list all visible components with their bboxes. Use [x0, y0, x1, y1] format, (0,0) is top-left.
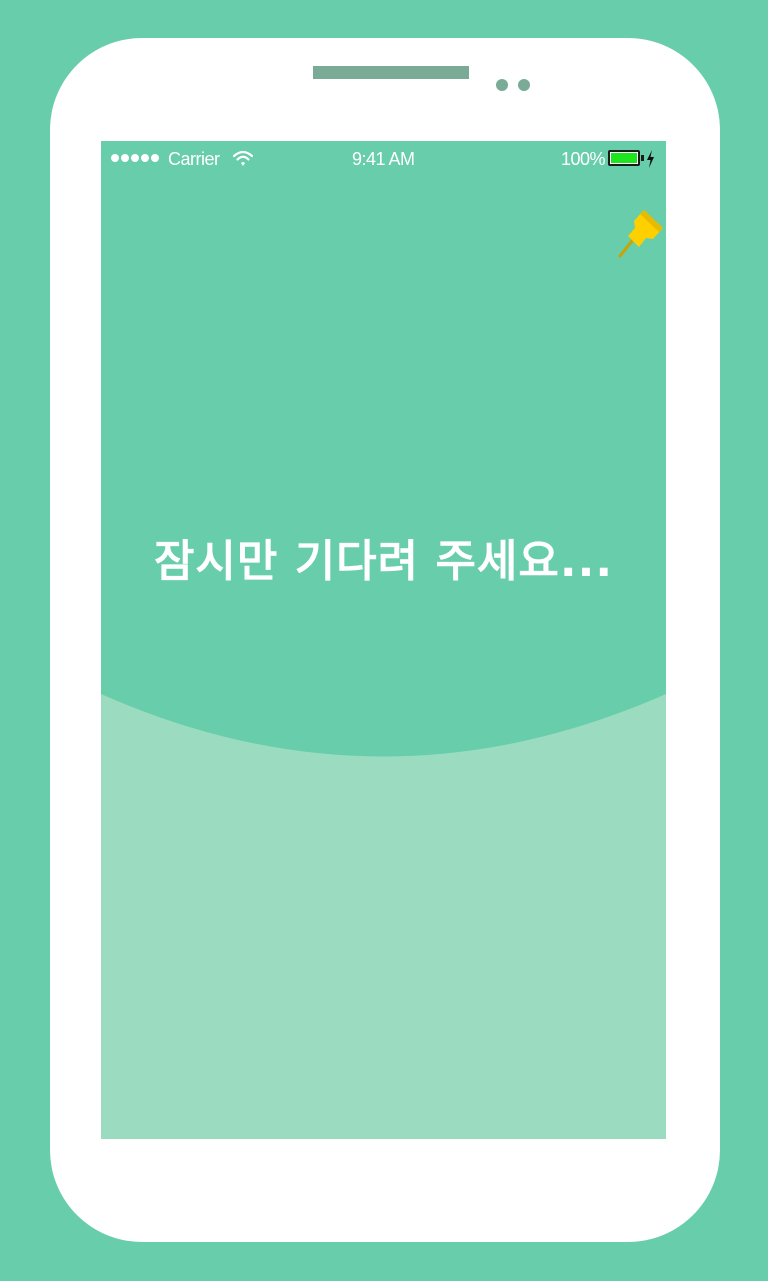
header-curve-area — [101, 141, 666, 759]
wifi-icon — [233, 150, 253, 166]
pushpin-icon[interactable] — [615, 206, 665, 262]
phone-camera-dot — [518, 79, 530, 91]
battery-icon — [608, 150, 640, 166]
phone-speaker — [313, 66, 469, 79]
loading-message: 잠시만 기다려 주세요... — [153, 536, 614, 587]
charging-bolt-icon — [647, 150, 654, 168]
header-curve-shape — [101, 141, 666, 757]
signal-strength-icon — [111, 154, 159, 162]
phone-frame: Carrier 9:41 AM 100% 잠시만 기다려 주세요... — [50, 38, 720, 1242]
battery-tip — [641, 155, 644, 161]
carrier-label: Carrier — [168, 149, 220, 169]
battery-level-fill — [611, 153, 637, 163]
battery-percentage: 100% — [561, 149, 606, 169]
phone-sensor-dot — [496, 79, 508, 91]
status-bar: Carrier 9:41 AM 100% — [101, 141, 666, 181]
status-time: 9:41 AM — [352, 149, 415, 169]
phone-screen: Carrier 9:41 AM 100% 잠시만 기다려 주세요... — [101, 141, 666, 1139]
